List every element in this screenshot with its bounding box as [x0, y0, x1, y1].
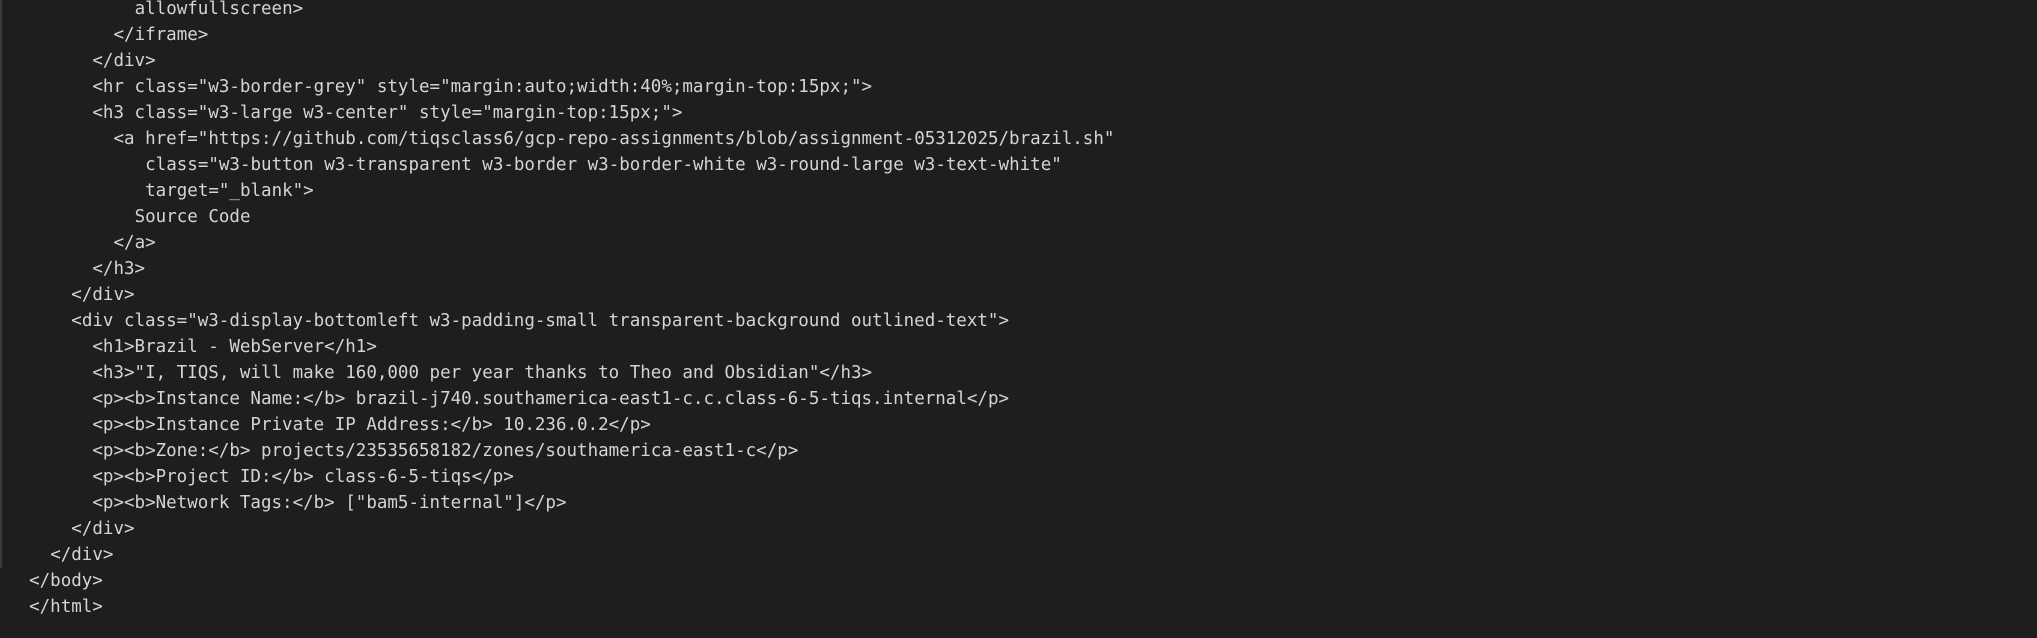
code-line: <div class="w3-display-bottomleft w3-pad…: [71, 311, 1009, 331]
code-line: </html>: [29, 597, 103, 617]
code-line: class="w3-button w3-transparent w3-borde…: [145, 155, 1062, 175]
code-editor[interactable]: allowfullscreen> </iframe> </div> <hr class…: [0, 0, 2037, 638]
code-line: </a>: [113, 233, 156, 253]
code-line: <h3>"I, TIQS, will make 160,000 per year…: [92, 363, 873, 383]
code-line: <h1>Brazil - WebServer</h1>: [92, 337, 377, 357]
code-line: target="_blank">: [145, 181, 314, 201]
code-line: </body>: [29, 571, 103, 591]
code-line: <a href="https://github.com/tiqsclass6/g…: [113, 129, 1115, 149]
code-line: <p><b>Project ID:</b> class-6-5-tiqs</p>: [92, 467, 514, 487]
code-line: <hr class="w3-border-grey" style="margin…: [92, 77, 873, 97]
code-line: </div>: [92, 51, 156, 71]
indent-guide: [0, 0, 2, 568]
code-line: </h3>: [92, 259, 146, 279]
code-line: <h3 class="w3-large w3-center" style="ma…: [92, 103, 683, 123]
code-line: allowfullscreen>: [134, 0, 304, 19]
code-line: <p><b>Instance Name:</b> brazil-j740.sou…: [92, 389, 1010, 409]
code-line: Source Code: [134, 207, 251, 227]
code-line: </div>: [71, 519, 135, 539]
code-line: </iframe>: [113, 25, 209, 45]
code-line: <p><b>Instance Private IP Address:</b> 1…: [92, 415, 651, 435]
code-line: </div>: [71, 285, 135, 305]
code-line: </div>: [50, 545, 114, 565]
code-line: <p><b>Zone:</b> projects/23535658182/zon…: [92, 441, 799, 461]
code-line: <p><b>Network Tags:</b> ["bam5-internal"…: [92, 493, 567, 513]
